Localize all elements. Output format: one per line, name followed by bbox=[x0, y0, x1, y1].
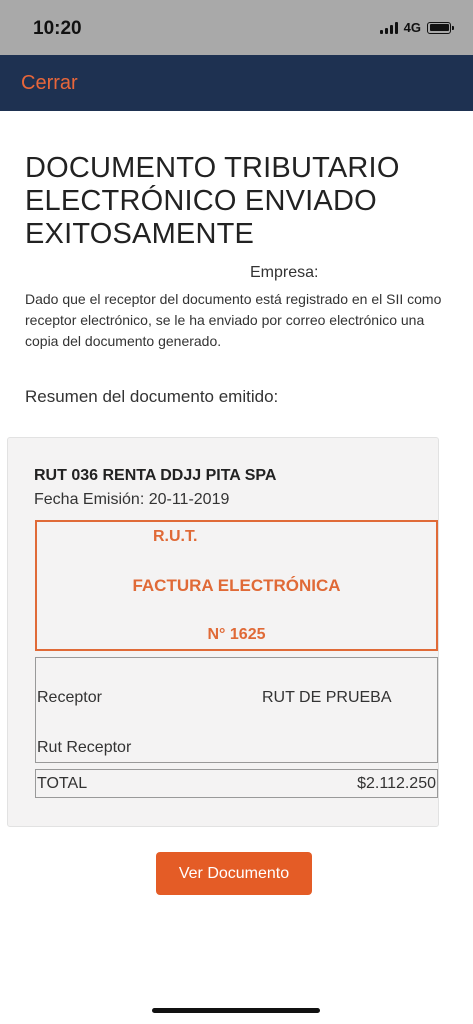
company-label: Empresa: bbox=[250, 264, 319, 281]
view-document-button[interactable]: Ver Documento bbox=[156, 852, 312, 895]
status-indicators: 4G bbox=[379, 20, 454, 35]
receptor-label: Receptor bbox=[37, 689, 102, 706]
summary-title: Resumen del documento emitido: bbox=[25, 387, 279, 406]
home-indicator[interactable] bbox=[152, 1008, 320, 1013]
status-time: 10:20 bbox=[33, 18, 82, 39]
document-type: FACTURA ELECTRÓNICA bbox=[132, 576, 341, 595]
description-text: Dado que el receptor del documento está … bbox=[25, 291, 442, 349]
document-info-box: R.U.T. FACTURA ELECTRÓNICA N° 1625 bbox=[35, 520, 438, 651]
status-bar: 10:20 4G bbox=[0, 0, 473, 55]
battery-icon bbox=[427, 21, 454, 34]
issue-date: Fecha Emisión: 20-11-2019 bbox=[34, 491, 230, 508]
page-title: DOCUMENTO TRIBUTARIO ELECTRÓNICO ENVIADO… bbox=[25, 152, 400, 250]
rut-receptor-label: Rut Receptor bbox=[37, 739, 132, 756]
total-row: TOTAL $2.112.250 bbox=[35, 769, 438, 798]
total-label: TOTAL bbox=[37, 775, 88, 792]
close-button[interactable]: Cerrar bbox=[21, 72, 78, 95]
signal-icon bbox=[379, 21, 398, 34]
receptor-value: RUT DE PRUEBA bbox=[262, 689, 392, 706]
network-type: 4G bbox=[403, 20, 421, 35]
total-value: $2.112.250 bbox=[357, 775, 436, 792]
company-name: RUT 036 RENTA DDJJ PITA SPA bbox=[34, 467, 277, 484]
receptor-box: Receptor RUT DE PRUEBA Rut Receptor bbox=[35, 657, 438, 763]
nav-bar: Cerrar bbox=[0, 55, 473, 111]
document-number: N° 1625 bbox=[207, 626, 266, 643]
document-rut-label: R.U.T. bbox=[153, 528, 198, 545]
